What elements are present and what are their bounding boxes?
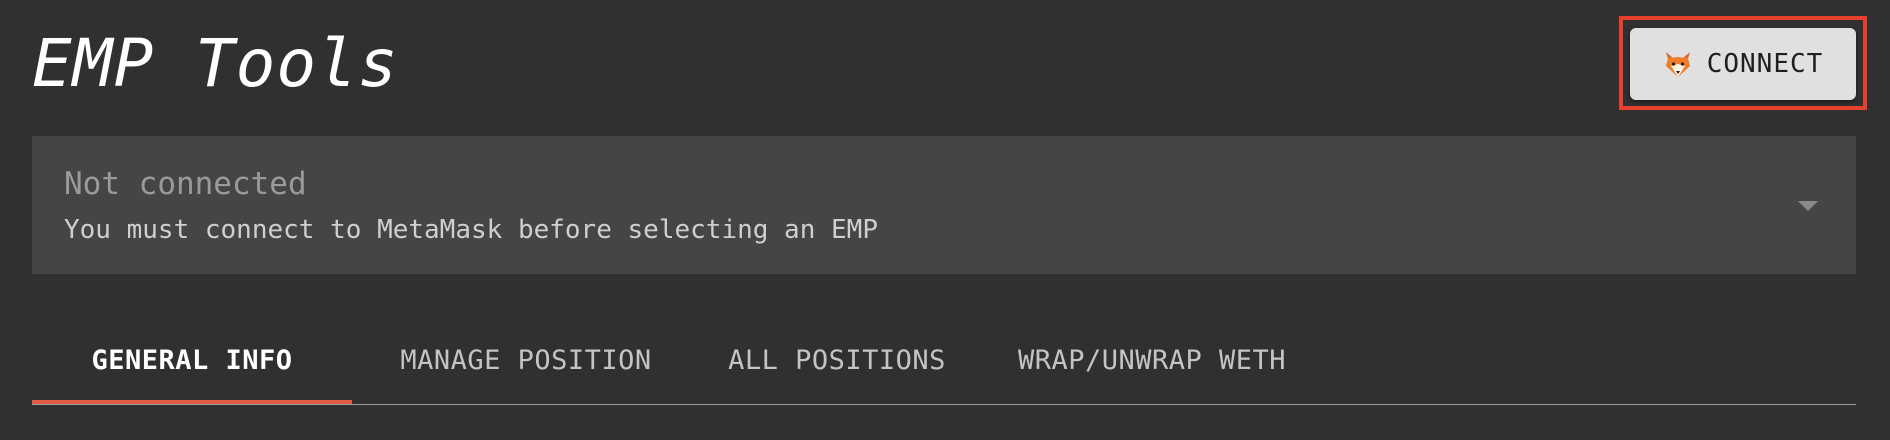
connect-button[interactable]: CONNECT (1630, 28, 1856, 100)
emp-select-helper-text: You must connect to MetaMask before sele… (64, 215, 878, 245)
fox-icon (1663, 49, 1693, 79)
tab-all-positions[interactable]: ALL POSITIONS (677, 318, 997, 402)
emp-select-placeholder: Not connected (64, 166, 307, 202)
active-tab-indicator (32, 400, 352, 404)
tab-general-info[interactable]: GENERAL INFO (32, 318, 352, 402)
app-title: EMP Tools (32, 25, 399, 102)
emp-select[interactable]: Not connected You must connect to MetaMa… (32, 136, 1856, 274)
tab-bar: GENERAL INFO MANAGE POSITION ALL POSITIO… (32, 318, 1856, 405)
tab-wrap-unwrap-weth[interactable]: WRAP/UNWRAP WETH (992, 318, 1312, 402)
chevron-down-icon[interactable] (1798, 201, 1818, 211)
connect-button-label: CONNECT (1706, 49, 1824, 79)
tab-manage-position[interactable]: MANAGE POSITION (366, 318, 686, 402)
